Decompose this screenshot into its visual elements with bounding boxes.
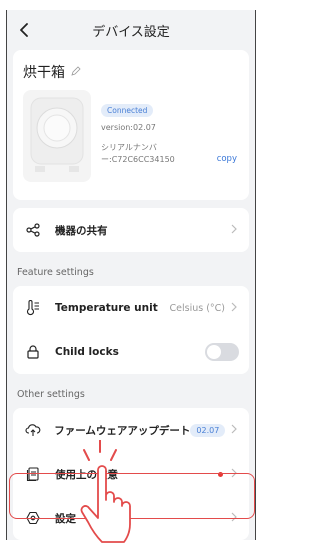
serial-line-1: シリアルナンバ [101, 143, 157, 152]
feature-settings-heading: Feature settings [17, 267, 94, 278]
serial-number: シリアルナンバ ー:C72C6CC34150 [101, 142, 175, 166]
back-button[interactable] [13, 18, 37, 42]
serial-line-2: ー:C72C6CC34150 [101, 155, 175, 164]
status-badge: Connected [101, 104, 154, 117]
child-locks-toggle[interactable] [205, 343, 239, 361]
share-icon [23, 223, 43, 237]
device-name: 烘干箱 [23, 65, 65, 81]
device-card: 烘干箱 Connected version:02.07 シリアルナンバ ー:C7… [13, 50, 249, 200]
copy-button[interactable]: copy [217, 154, 237, 164]
temperature-unit-label: Temperature unit [55, 302, 158, 314]
share-device-row[interactable]: 機器の共有 [13, 208, 249, 252]
document-icon [23, 466, 43, 482]
lock-icon [23, 344, 43, 360]
child-locks-label: Child locks [55, 346, 119, 358]
chevron-right-icon [231, 468, 239, 480]
usage-notes-row[interactable]: 使用上の注意 [13, 452, 249, 496]
chevron-left-icon [20, 23, 28, 37]
temperature-unit-row[interactable]: Temperature unit Celsius (°C) [13, 286, 249, 330]
firmware-version: version:02.07 [101, 123, 156, 132]
settings-label: 設定 [55, 512, 76, 525]
usage-notes-label: 使用上の注意 [55, 468, 118, 481]
firmware-update-row[interactable]: ファームウェアアップデート 02.07 [13, 408, 249, 452]
firmware-version-badge: 02.07 [190, 423, 226, 437]
child-locks-row: Child locks [13, 330, 249, 374]
share-label: 機器の共有 [55, 224, 108, 237]
chevron-right-icon [231, 512, 239, 524]
chevron-right-icon [231, 224, 239, 236]
edit-icon[interactable] [71, 66, 83, 78]
temperature-unit-value: Celsius (°C) [169, 302, 226, 314]
other-settings-heading: Other settings [17, 389, 85, 400]
thermometer-icon [23, 300, 43, 316]
other-settings-card: ファームウェアアップデート 02.07 使用上の注意 設定 [13, 408, 249, 540]
phone-screen: デバイス設定 烘干箱 Connected version:02.07 シリアルナ… [6, 10, 256, 540]
chevron-right-icon [231, 424, 239, 436]
page-title: デバイス設定 [92, 24, 170, 40]
feature-settings-card: Temperature unit Celsius (°C) Child lock… [13, 286, 249, 374]
device-image [23, 90, 91, 182]
cloud-upload-icon [23, 423, 42, 437]
chevron-right-icon [231, 302, 239, 314]
share-card: 機器の共有 [13, 208, 249, 252]
settings-row[interactable]: 設定 [13, 496, 249, 540]
settings-icon [23, 511, 43, 525]
notification-dot [218, 471, 223, 477]
firmware-update-label: ファームウェアアップデート [54, 424, 191, 437]
top-bar: デバイス設定 [7, 10, 255, 50]
